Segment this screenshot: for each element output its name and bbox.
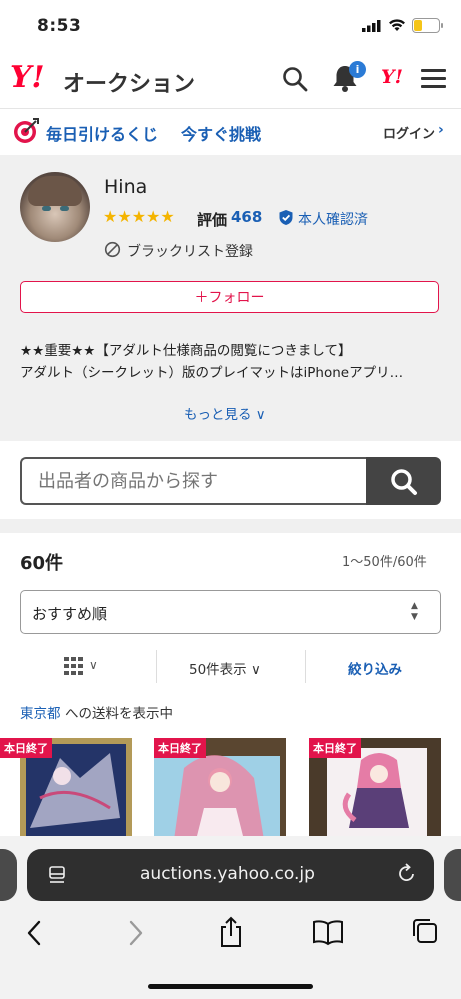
block-icon[interactable]: [104, 241, 121, 258]
home-indicator: [148, 984, 313, 989]
sort-select-value[interactable]: おすすめ順: [32, 603, 107, 624]
rating-count-link[interactable]: 468: [231, 208, 262, 226]
rating-label: 評価: [197, 211, 228, 229]
seller-name: Hina: [104, 176, 148, 198]
page-settings-icon[interactable]: [47, 864, 69, 886]
item-thumbnail[interactable]: 本日終了: [0, 738, 132, 840]
notification-badge: i: [349, 61, 366, 78]
verified-shield-icon: [279, 210, 293, 225]
per-page-select[interactable]: 50件表示 ∨: [189, 658, 261, 678]
bookmarks-icon[interactable]: [312, 918, 344, 946]
hamburger-menu-icon[interactable]: [421, 69, 446, 93]
search-icon[interactable]: [282, 66, 308, 92]
ending-today-badge: 本日終了: [154, 738, 206, 758]
shipping-info-text: への送料を表示中: [65, 706, 173, 722]
result-range: 1〜50件/60件: [342, 555, 427, 570]
filter-button[interactable]: 絞り込み: [348, 658, 402, 678]
section-divider: [0, 519, 461, 533]
seller-item-search-input[interactable]: [20, 457, 367, 505]
seller-search-button[interactable]: [366, 457, 441, 505]
status-time: 8:53: [37, 16, 82, 36]
select-arrows-icon[interactable]: ▲ ▼: [411, 601, 418, 623]
item-thumbnail[interactable]: 本日終了: [309, 738, 441, 840]
verified-label: 本人確認済: [298, 212, 368, 228]
back-icon[interactable]: [25, 918, 45, 948]
forward-icon[interactable]: [125, 918, 145, 948]
shipping-location-link[interactable]: 東京都: [20, 702, 61, 722]
result-count: 60件: [20, 553, 64, 574]
address-bar-url[interactable]: auctions.yahoo.co.jp: [140, 864, 315, 884]
seller-description-line1: ★★重要★★【アダルト仕様商品の閲覧につきまして】: [20, 343, 352, 359]
search-icon: [391, 469, 417, 495]
auction-logo-text[interactable]: オークション: [63, 66, 195, 98]
wifi-icon: [389, 19, 405, 31]
toolbar-divider: [305, 650, 306, 683]
next-tab-preview[interactable]: [444, 849, 461, 901]
tabs-icon[interactable]: [411, 917, 439, 945]
seller-description-line2: アダルト（シークレット）版のプレイマットはiPhoneアプリ…: [20, 365, 404, 381]
daily-lottery-link[interactable]: 毎日引けるくじ: [46, 121, 158, 145]
seller-avatar[interactable]: [20, 172, 90, 242]
yahoo-logo-mark[interactable]: Y!: [10, 60, 45, 95]
show-more-link[interactable]: もっと見る ∨: [184, 403, 266, 423]
reload-icon[interactable]: [397, 862, 417, 884]
item-thumbnail[interactable]: 本日終了: [154, 738, 286, 840]
chevron-down-icon[interactable]: ∨: [89, 658, 98, 672]
battery-nub: [441, 23, 443, 28]
cellular-signal-icon: [362, 20, 381, 32]
blacklist-register-link[interactable]: ブラックリスト登録: [127, 241, 253, 261]
ending-today-badge: 本日終了: [309, 738, 361, 758]
login-link[interactable]: ログイン: [383, 123, 435, 142]
previous-tab-preview[interactable]: [0, 849, 17, 901]
share-icon[interactable]: [218, 915, 244, 949]
rating-stars: ★★★★★: [103, 207, 175, 226]
ending-today-badge: 本日終了: [0, 738, 52, 758]
battery-icon: [412, 18, 440, 33]
follow-button[interactable]: ＋フォロー: [20, 281, 439, 313]
grid-view-icon[interactable]: [64, 657, 84, 675]
toolbar-divider: [156, 650, 157, 683]
yahoo-japan-icon[interactable]: Y!: [381, 66, 403, 88]
chevron-right-icon[interactable]: ›: [438, 122, 444, 138]
challenge-now-link[interactable]: 今すぐ挑戦: [181, 121, 261, 145]
target-icon: [14, 118, 39, 143]
